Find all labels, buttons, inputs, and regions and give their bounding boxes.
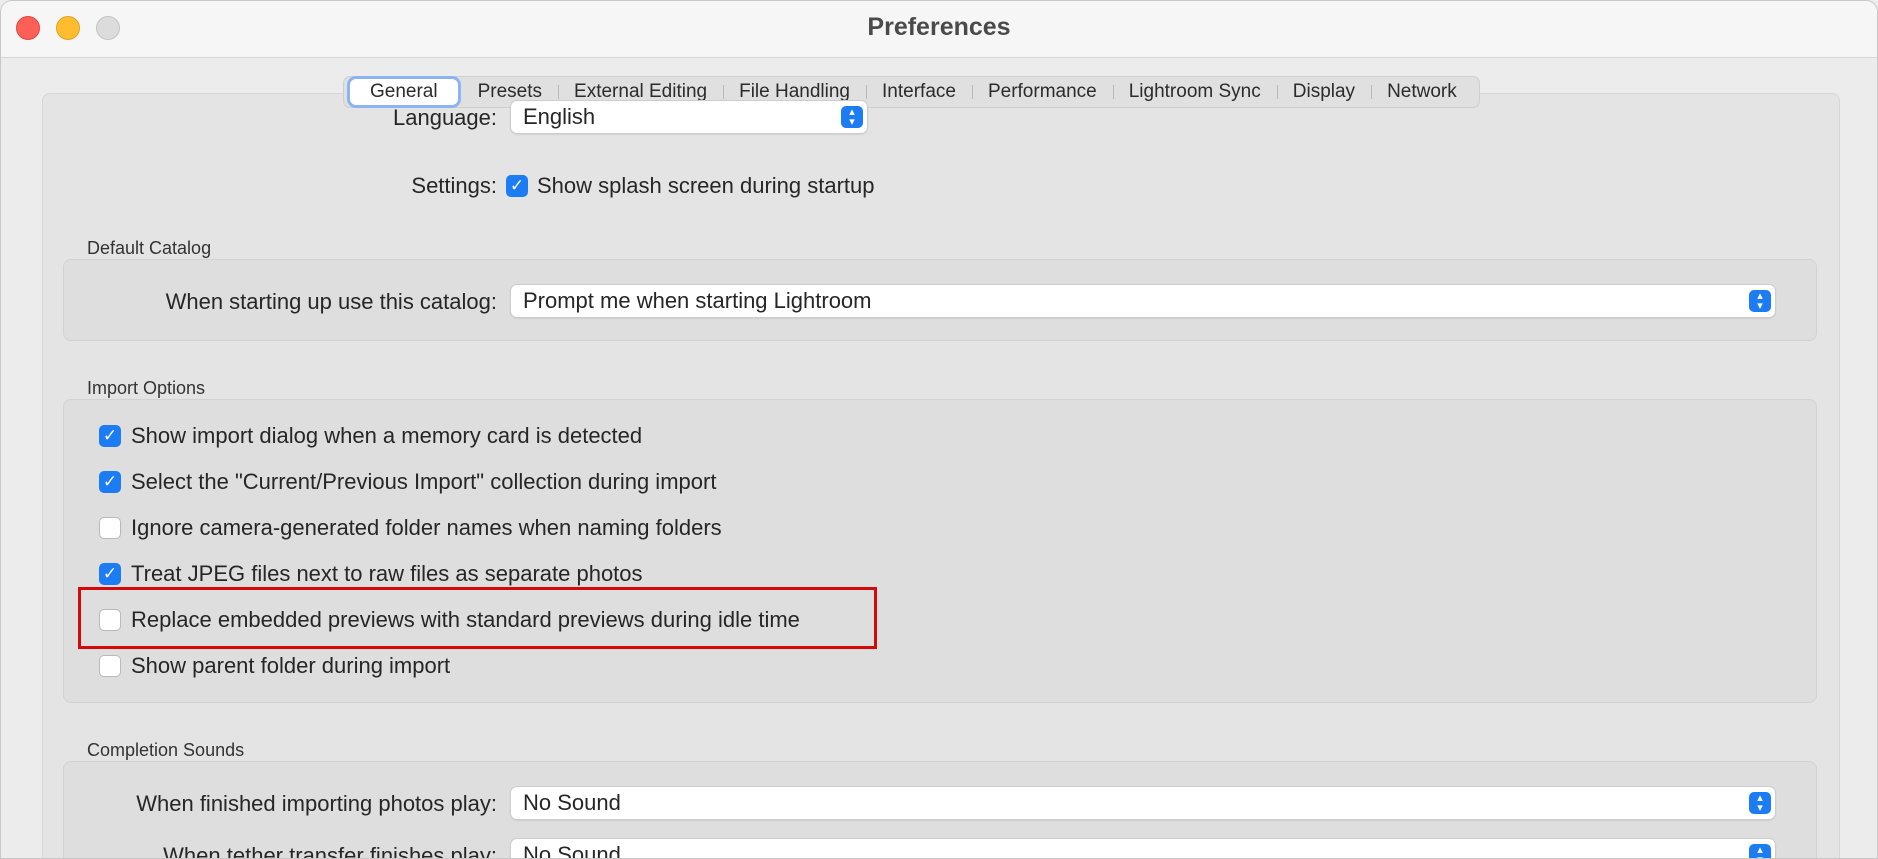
settings-label: Settings:	[411, 173, 497, 198]
chevron-updown-icon: ▴▾	[841, 106, 863, 128]
treat-jpeg-separate-checkbox[interactable]: ✓	[99, 563, 121, 585]
language-label: Language:	[393, 105, 497, 130]
import-sound-label: When finished importing photos play:	[136, 791, 497, 816]
tether-sound-value: No Sound	[523, 842, 621, 859]
default-catalog-title: Default Catalog	[87, 238, 212, 258]
import-dialog-checkbox[interactable]: ✓	[99, 425, 121, 447]
tab-lightroom-sync[interactable]: Lightroom Sync	[1112, 79, 1277, 105]
import-sound-value: No Sound	[523, 790, 621, 815]
checkmark-icon: ✓	[102, 564, 118, 583]
catalog-label: When starting up use this catalog:	[165, 289, 497, 314]
ignore-folder-names-label: Ignore camera-generated folder names whe…	[131, 515, 722, 540]
tab-network[interactable]: Network	[1371, 79, 1473, 105]
catalog-value: Prompt me when starting Lightroom	[523, 288, 872, 313]
tab-performance[interactable]: Performance	[971, 79, 1113, 105]
highlight-box	[78, 587, 877, 649]
current-import-collection-label: Select the "Current/Previous Import" col…	[131, 469, 717, 494]
show-parent-folder-label: Show parent folder during import	[131, 653, 451, 678]
tab-interface[interactable]: Interface	[866, 79, 972, 105]
checkmark-icon: ✓	[102, 426, 118, 445]
ignore-folder-names-checkbox[interactable]	[99, 517, 121, 539]
import-options-title: Import Options	[87, 378, 206, 398]
catalog-popup[interactable]: Prompt me when starting Lightroom ▴ ▾	[511, 285, 1775, 317]
tether-sound-popup[interactable]: No Sound ▴▾	[511, 839, 1775, 859]
checkmark-icon: ✓	[509, 176, 525, 195]
splash-screen-checkbox[interactable]: ✓	[506, 175, 528, 197]
tab-display[interactable]: Display	[1276, 79, 1371, 105]
splash-screen-label: Show splash screen during startup	[537, 173, 875, 198]
title-bar: Preferences	[1, 1, 1877, 58]
completion-sounds-title: Completion Sounds	[87, 740, 245, 760]
tab-general[interactable]: General	[350, 79, 458, 105]
checkmark-icon: ✓	[102, 472, 118, 491]
chevron-updown-icon: ▴▾	[1749, 844, 1771, 858]
language-value: English	[523, 104, 596, 129]
preferences-window: Preferences General Presets External Edi…	[0, 0, 1878, 859]
treat-jpeg-separate-label: Treat JPEG files next to raw files as se…	[131, 561, 643, 586]
chevron-updown-icon: ▴▾	[1749, 792, 1771, 814]
chevron-updown-icon: ▴▾	[1749, 290, 1771, 312]
show-parent-folder-checkbox[interactable]	[99, 655, 121, 677]
current-import-collection-checkbox[interactable]: ✓	[99, 471, 121, 493]
window-title: Preferences	[867, 13, 1011, 41]
language-popup[interactable]: English ▴ ▾	[511, 101, 867, 133]
import-dialog-label: Show import dialog when a memory card is…	[131, 423, 643, 448]
import-sound-popup[interactable]: No Sound ▴ ▾	[511, 787, 1775, 819]
tether-sound-label: When tether transfer finishes play:	[163, 843, 497, 859]
